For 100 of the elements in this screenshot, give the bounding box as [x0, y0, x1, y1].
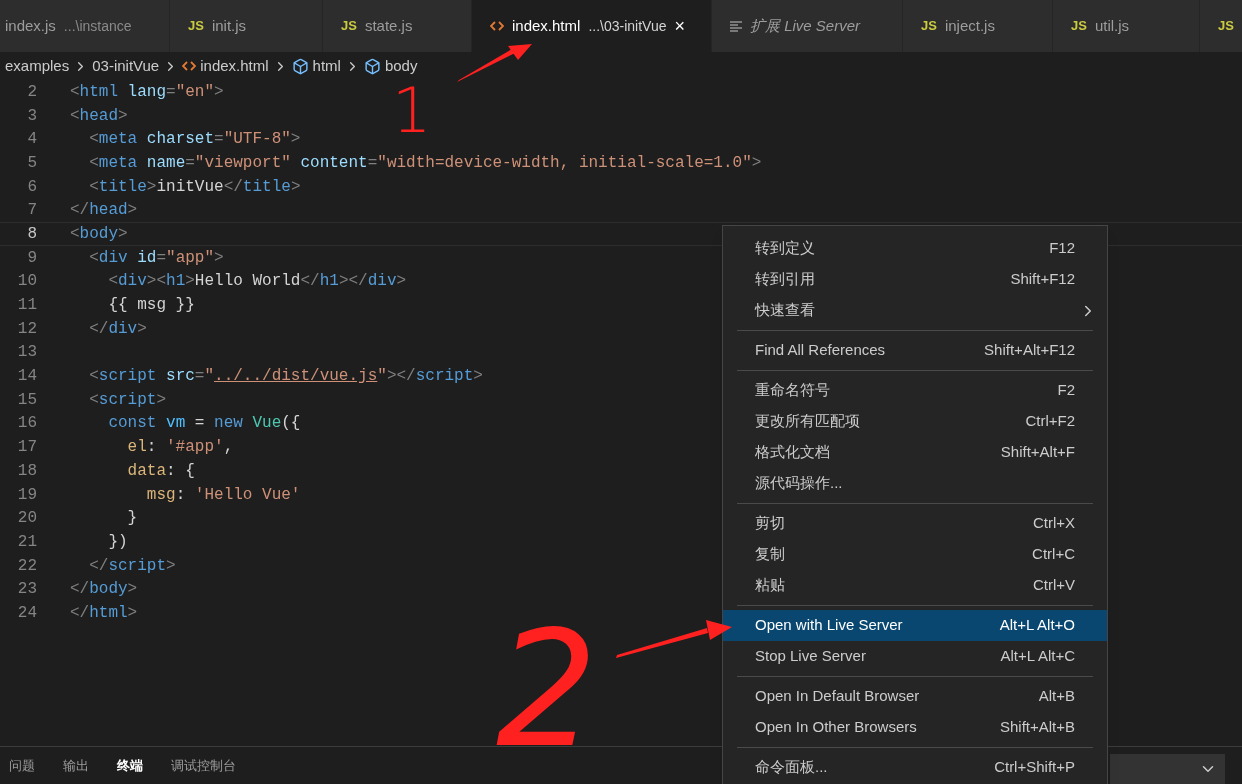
editor-tab[interactable]: 扩展 Live Server: [712, 0, 903, 52]
editor-tab[interactable]: JS state.js: [323, 0, 472, 52]
code-line: <html lang="en">: [70, 81, 224, 103]
close-button[interactable]: ×: [674, 17, 685, 35]
menu-shortcut: Shift+Alt+F12: [984, 340, 1075, 361]
line-number: 18: [16, 460, 37, 482]
editor-tab[interactable]: JS: [1200, 0, 1242, 52]
code-line: }: [126, 508, 138, 530]
menu-item[interactable]: Stop Live Server Alt+L Alt+C: [723, 641, 1107, 672]
code-line: <meta name="viewport" content="width=device-width, initial-scale=1.0">: [88, 152, 762, 174]
menu-label: 转到定义: [755, 238, 815, 259]
menu-item[interactable]: Open with Live Server Alt+L Alt+O: [723, 610, 1107, 641]
tab-title: 扩展 Live Server: [750, 15, 861, 36]
menu-item[interactable]: 格式化文档 Shift+Alt+F: [723, 437, 1107, 468]
js-file-icon: JS: [341, 16, 357, 36]
line-number: 11: [16, 295, 37, 317]
menu-item[interactable]: 命令面板... Ctrl+Shift+P: [723, 752, 1107, 783]
menu-shortcut: Ctrl+C: [1032, 544, 1075, 565]
menu-shortcut: Alt+B: [1038, 686, 1075, 707]
menu-label: 源代码操作...: [755, 473, 843, 494]
panel-tab[interactable]: 问题: [9, 755, 35, 776]
line-number: 23: [16, 579, 37, 601]
tab-title: index.js: [5, 15, 56, 36]
editor-tab[interactable]: index.html ...\03-initVue ×: [472, 0, 712, 52]
menu-label: 格式化文档: [755, 442, 830, 463]
code-line: </html>: [70, 602, 138, 624]
line-number: 4: [26, 129, 37, 151]
menu-shortcut: Ctrl+F2: [1025, 411, 1075, 432]
cube-icon: [363, 57, 381, 75]
line-number: 10: [16, 271, 37, 293]
line-number: 2: [26, 81, 37, 103]
line-number: 15: [16, 389, 37, 411]
menu-item[interactable]: Open In Default Browser Alt+B: [723, 681, 1107, 712]
line-number: 22: [16, 555, 37, 577]
annotation-number: 1: [392, 80, 432, 142]
line-number: 6: [26, 176, 37, 198]
tab-title: init.js: [211, 15, 247, 36]
js-file-icon: JS: [1218, 16, 1234, 36]
panel-tab[interactable]: 终端: [117, 755, 143, 776]
menu-shortcut: Alt+L Alt+O: [999, 615, 1075, 636]
code-line: data: {: [126, 460, 195, 482]
breadcrumb-item[interactable]: html: [312, 54, 341, 78]
panel-tab[interactable]: 调试控制台: [171, 755, 236, 776]
menu-label: 重命名符号: [755, 380, 830, 401]
line-number: 5: [26, 152, 37, 174]
code-line: <div id="app">: [88, 247, 224, 269]
editor-tab[interactable]: JS init.js: [170, 0, 323, 52]
line-number: 20: [16, 508, 37, 530]
menu-item[interactable]: 复制 Ctrl+C: [723, 539, 1107, 570]
code-line: }): [107, 531, 128, 553]
menu-label: 命令面板...: [755, 757, 828, 778]
line-number: 9: [26, 247, 37, 269]
menu-item[interactable]: Find All References Shift+Alt+F12: [723, 335, 1107, 366]
code-line: <title>initVue</title>: [88, 176, 301, 198]
code-line: <body>: [70, 223, 128, 245]
tab-title: state.js: [364, 15, 413, 36]
code-brackets-icon: [182, 60, 197, 72]
editor-tab[interactable]: JS util.js: [1053, 0, 1200, 52]
js-file-icon: JS: [1071, 16, 1087, 36]
code-brackets-icon: [490, 20, 504, 32]
menu-item[interactable]: 剪切 Ctrl+X: [723, 508, 1107, 539]
menu-shortcut: F12: [1049, 238, 1075, 259]
breadcrumb-item[interactable]: examples: [5, 54, 70, 78]
code-line: msg: 'Hello Vue': [145, 484, 301, 506]
code-line: </body>: [70, 579, 138, 601]
line-number: 17: [16, 437, 37, 459]
menu-label: 剪切: [755, 513, 785, 534]
editor-tab[interactable]: JS inject.js: [903, 0, 1053, 52]
breadcrumb-item[interactable]: 03-initVue: [92, 54, 160, 78]
editor-tab[interactable]: index.js ...\instance: [0, 0, 170, 52]
code-line: {{ msg }}: [107, 295, 195, 317]
menu-label: Open In Default Browser: [755, 686, 920, 707]
line-number: 8: [26, 223, 37, 245]
panel-tab[interactable]: 输出: [63, 755, 89, 776]
menu-item[interactable]: 更改所有匹配项 Ctrl+F2: [723, 406, 1107, 437]
menu-label: 快速查看: [755, 300, 815, 321]
code-line: <script>: [88, 389, 167, 411]
menu-item[interactable]: 源代码操作...: [723, 468, 1107, 499]
tab-title: inject.js: [944, 15, 995, 36]
line-number: 13: [16, 342, 37, 364]
tab-title: index.html: [512, 15, 581, 36]
menu-item[interactable]: 快速查看: [723, 295, 1107, 326]
line-number: 19: [16, 484, 37, 506]
lines-icon: [730, 20, 742, 32]
line-number: 3: [26, 105, 37, 127]
breadcrumb-item[interactable]: index.html: [200, 54, 269, 78]
cube-icon: [291, 57, 309, 75]
menu-label: Open In Other Browsers: [755, 717, 917, 738]
menu-item[interactable]: 转到引用 Shift+F12: [723, 264, 1107, 295]
js-file-icon: JS: [921, 16, 937, 36]
menu-item[interactable]: 粘贴 Ctrl+V: [723, 570, 1107, 601]
menu-item[interactable]: 转到定义 F12: [723, 233, 1107, 264]
breadcrumb-item[interactable]: body: [384, 54, 418, 78]
menu-item[interactable]: Open In Other Browsers Shift+Alt+B: [723, 712, 1107, 743]
menu-label: 转到引用: [755, 269, 815, 290]
menu-label: 复制: [755, 544, 785, 565]
menu-item[interactable]: 重命名符号 F2: [723, 375, 1107, 406]
menu-shortcut: Ctrl+Shift+P: [994, 757, 1075, 778]
menu-label: Stop Live Server: [755, 646, 866, 667]
menu-shortcut: F2: [1057, 380, 1075, 401]
